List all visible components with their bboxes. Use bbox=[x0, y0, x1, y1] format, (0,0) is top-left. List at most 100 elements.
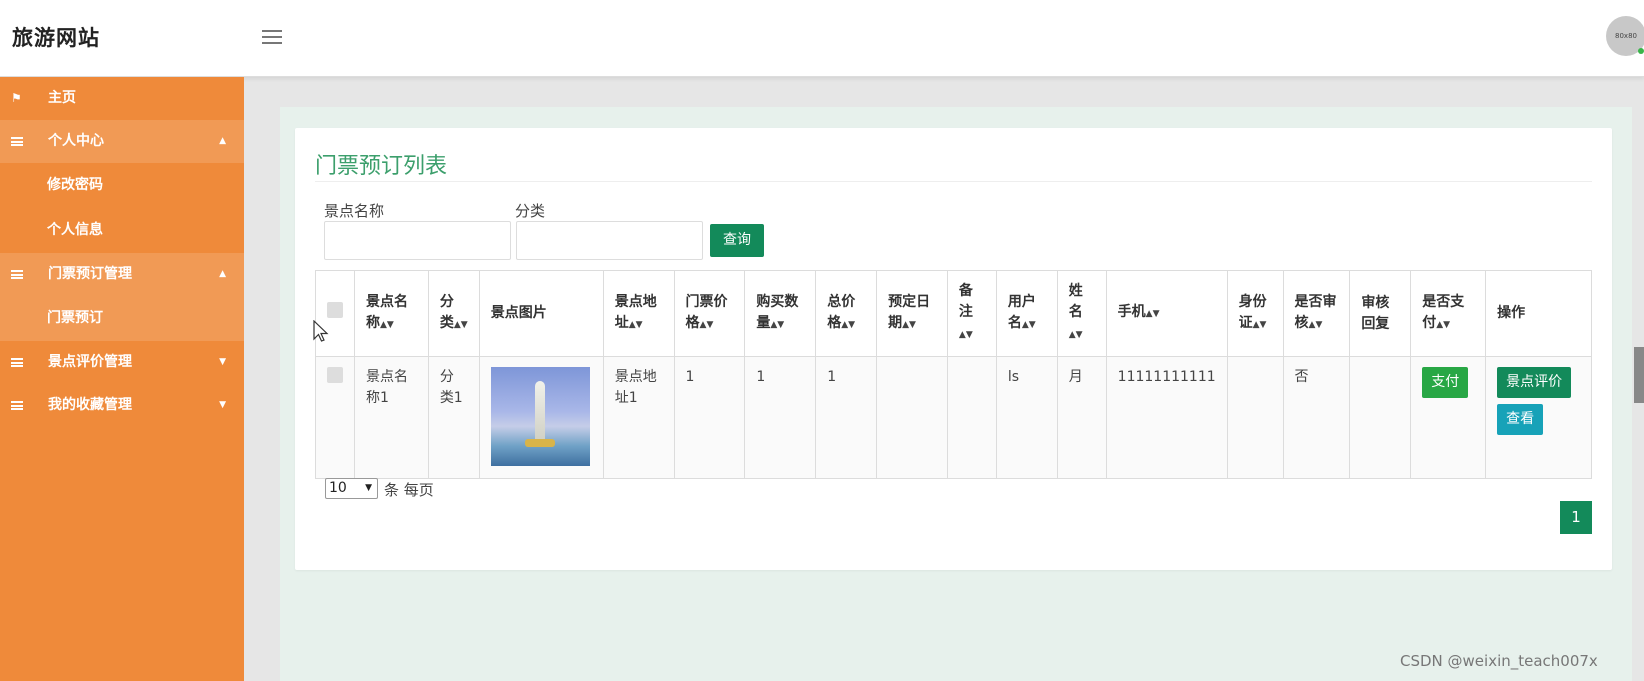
col-header[interactable]: 用户名▲▼ bbox=[995, 270, 1058, 357]
cell-quantity: 1 bbox=[744, 356, 817, 479]
sidebar-item-personal-info[interactable]: 个人信息 bbox=[0, 208, 244, 253]
filter-name-label: 景点名称 bbox=[324, 202, 385, 220]
sort-icon: ▲▼ bbox=[958, 330, 973, 340]
sidebar-item-favorites-management[interactable]: 我的收藏管理 ▼ bbox=[0, 384, 244, 427]
col-header: 景点图片 bbox=[478, 270, 604, 357]
cell-price: 1 bbox=[673, 356, 746, 479]
col-header: 审核回复 bbox=[1349, 270, 1412, 357]
cell-realname: 月 bbox=[1056, 356, 1107, 479]
row-checkbox[interactable] bbox=[327, 367, 343, 383]
cell-paid: 支付 bbox=[1410, 356, 1487, 479]
sidebar-item-label: 我的收藏管理 bbox=[48, 397, 132, 413]
col-header[interactable]: 门票价格▲▼ bbox=[673, 270, 746, 357]
view-button[interactable]: 查看 bbox=[1497, 404, 1544, 435]
list-icon bbox=[11, 253, 25, 296]
sidebar-item-label: 个人中心 bbox=[48, 133, 104, 149]
divider bbox=[315, 181, 1592, 182]
cell-remark bbox=[946, 356, 997, 479]
top-bar: 旅游网站 80x80 bbox=[0, 0, 1644, 77]
table-header-row: 景点名称▲▼ 分类▲▼ 景点图片 景点地址▲▼ 门票价格▲▼ 购买数量▲▼ 总价… bbox=[315, 270, 1592, 357]
col-header[interactable]: 分类▲▼ bbox=[427, 270, 480, 357]
cell-reply bbox=[1349, 356, 1412, 479]
caret-up-icon: ▲ bbox=[219, 269, 226, 279]
cell-total: 1 bbox=[815, 356, 878, 479]
sort-icon: ▲▼ bbox=[380, 319, 394, 330]
scenic-spot-image bbox=[490, 367, 590, 466]
scrollbar-thumb[interactable] bbox=[1634, 347, 1644, 403]
sidebar-item-label: 主页 bbox=[48, 90, 76, 106]
sidebar: ⚑ 主页 个人中心 ▲ 修改密码 个人信息 门票预订管理 ▲ 门票预订 景点评价… bbox=[0, 77, 244, 681]
sort-icon: ▲▼ bbox=[1021, 319, 1036, 330]
watermark: CSDN @weixin_teach007x bbox=[1400, 652, 1598, 670]
cell-idcard bbox=[1226, 356, 1284, 479]
col-header[interactable]: 购买数量▲▼ bbox=[744, 270, 817, 357]
sort-icon: ▲▼ bbox=[1308, 319, 1323, 330]
caret-down-icon: ▼ bbox=[219, 400, 226, 410]
pay-button[interactable]: 支付 bbox=[1422, 367, 1469, 398]
sidebar-item-ticket-booking[interactable]: 门票预订 bbox=[0, 296, 244, 341]
list-icon bbox=[11, 341, 25, 384]
sort-icon: ▲▼ bbox=[1252, 319, 1267, 330]
col-header[interactable]: 景点名称▲▼ bbox=[354, 270, 429, 357]
sidebar-item-personal-center[interactable]: 个人中心 ▲ bbox=[0, 120, 244, 163]
sidebar-item-change-password[interactable]: 修改密码 bbox=[0, 163, 244, 208]
filter-category-input[interactable] bbox=[516, 221, 703, 260]
review-button[interactable]: 景点评价 bbox=[1497, 367, 1572, 398]
flag-icon: ⚑ bbox=[11, 91, 22, 105]
site-brand: 旅游网站 bbox=[12, 26, 100, 50]
cell-phone: 11111111111 bbox=[1105, 356, 1228, 479]
query-button[interactable]: 查询 bbox=[710, 224, 764, 257]
cell-image bbox=[478, 356, 604, 479]
sidebar-item-home[interactable]: ⚑ 主页 bbox=[0, 77, 244, 120]
page-size-label: 条 每页 bbox=[384, 481, 434, 499]
col-header[interactable]: 身份证▲▼ bbox=[1226, 270, 1284, 357]
sort-icon: ▲▼ bbox=[1436, 319, 1451, 330]
list-icon bbox=[11, 384, 25, 427]
row-select-cell bbox=[315, 356, 355, 479]
col-header[interactable]: 景点地址▲▼ bbox=[602, 270, 675, 357]
sort-icon: ▲▼ bbox=[902, 319, 916, 330]
col-header[interactable]: 是否审核▲▼ bbox=[1282, 270, 1351, 357]
chevron-down-icon: ▼ bbox=[365, 483, 372, 493]
sort-icon: ▲▼ bbox=[841, 319, 856, 330]
mouse-cursor-icon bbox=[313, 320, 329, 342]
list-icon bbox=[11, 120, 25, 163]
col-header[interactable]: 是否支付▲▼ bbox=[1410, 270, 1487, 357]
cell-actions: 景点评价 查看 bbox=[1485, 356, 1592, 479]
filter-name-input[interactable] bbox=[324, 221, 511, 260]
sort-icon: ▲▼ bbox=[699, 319, 714, 330]
col-header[interactable]: 备注▲▼ bbox=[946, 270, 997, 357]
sidebar-item-label: 门票预订管理 bbox=[48, 266, 132, 282]
caret-up-icon: ▲ bbox=[219, 136, 226, 146]
sidebar-item-review-management[interactable]: 景点评价管理 ▼ bbox=[0, 341, 244, 384]
select-all-checkbox[interactable] bbox=[327, 302, 343, 318]
cell-name: 景点名称1 bbox=[354, 356, 429, 479]
page-size-select[interactable]: 10 ▼ bbox=[325, 478, 378, 499]
sort-icon: ▲▼ bbox=[1145, 309, 1160, 319]
content-panel: 门票预订列表 景点名称 分类 查询 景点名称▲▼ 分类▲▼ 景点图片 景点地址▲… bbox=[295, 128, 1612, 570]
page-title: 门票预订列表 bbox=[315, 154, 448, 179]
menu-toggle-icon[interactable] bbox=[262, 30, 282, 44]
cell-username: ls bbox=[995, 356, 1058, 479]
cell-date bbox=[876, 356, 948, 479]
col-header[interactable]: 总价格▲▼ bbox=[815, 270, 878, 357]
page-button-current[interactable]: 1 bbox=[1560, 501, 1592, 534]
cell-category: 分类1 bbox=[427, 356, 480, 479]
sort-icon: ▲▼ bbox=[770, 319, 785, 330]
sort-icon: ▲▼ bbox=[628, 319, 643, 330]
sort-icon: ▲▼ bbox=[453, 319, 468, 330]
table-row: 景点名称1 分类1 景点地址1 1 1 1 ls 月 11111111111 否… bbox=[315, 356, 1592, 479]
sidebar-item-label: 景点评价管理 bbox=[48, 354, 132, 370]
cell-address: 景点地址1 bbox=[602, 356, 675, 479]
col-header[interactable]: 手机▲▼ bbox=[1105, 270, 1228, 357]
filter-category-label: 分类 bbox=[515, 202, 546, 220]
col-header: 操作 bbox=[1485, 270, 1592, 357]
caret-down-icon: ▼ bbox=[219, 357, 226, 367]
col-header[interactable]: 预定日期▲▼ bbox=[876, 270, 948, 357]
cell-reviewed: 否 bbox=[1282, 356, 1351, 479]
booking-table: 景点名称▲▼ 分类▲▼ 景点图片 景点地址▲▼ 门票价格▲▼ 购买数量▲▼ 总价… bbox=[315, 270, 1592, 479]
col-header[interactable]: 姓名▲▼ bbox=[1056, 270, 1107, 357]
sort-icon: ▲▼ bbox=[1068, 330, 1083, 340]
sidebar-item-ticket-management[interactable]: 门票预订管理 ▲ bbox=[0, 253, 244, 296]
online-status-dot bbox=[1638, 48, 1644, 54]
